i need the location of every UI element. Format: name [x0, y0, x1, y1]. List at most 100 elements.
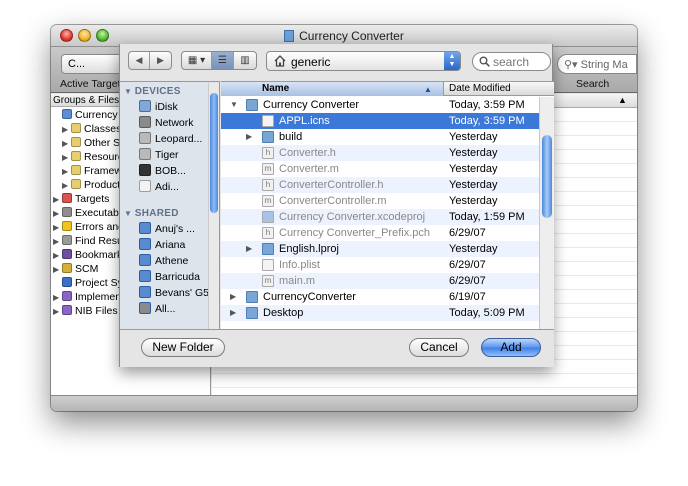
disclosure-triangle-icon[interactable]: ▶ — [62, 151, 71, 165]
sidebar-scrollbar[interactable] — [208, 83, 219, 329]
file-date-modified: Yesterday — [449, 131, 498, 143]
active-target-popup[interactable]: C... — [61, 54, 126, 74]
disclosure-triangle-icon[interactable]: ▶ — [53, 193, 62, 207]
toolbar-search-field[interactable]: ⚲▾ String Ma — [557, 54, 637, 74]
sidebar-device-item[interactable]: Network — [139, 116, 219, 130]
group-icon — [71, 165, 81, 175]
sidebar-shared-item[interactable]: Ariana — [139, 238, 219, 252]
file-row[interactable]: h Currency Converter_Prefix.pch 6/29/07 — [221, 225, 539, 241]
group-item[interactable]: ▶ NIB Files — [51, 304, 118, 318]
disclosure-triangle-icon[interactable]: ▶ — [53, 207, 62, 221]
list-view-button[interactable]: ☰ — [212, 52, 234, 69]
disclosure-triangle-icon[interactable]: ▶ — [246, 241, 252, 257]
sidebar-shared-item[interactable]: Athene — [139, 254, 219, 268]
minimize-button[interactable] — [78, 29, 91, 42]
file-row[interactable]: m Converter.m Yesterday — [221, 161, 539, 177]
add-button[interactable]: Add — [481, 338, 541, 357]
file-row[interactable]: h Converter.h Yesterday — [221, 145, 539, 161]
group-item[interactable]: ▶ Targets — [51, 192, 109, 206]
disclosure-triangle-icon[interactable]: ▶ — [62, 137, 71, 151]
disclosure-triangle-icon[interactable]: ▶ — [53, 305, 62, 319]
location-popup[interactable]: generic ▲ ▼ — [266, 51, 461, 71]
disclosure-triangle-icon[interactable]: ▶ — [62, 165, 71, 179]
active-target-value: C... — [68, 58, 86, 70]
disclosure-triangle-icon[interactable]: ▼ — [124, 209, 135, 218]
file-row[interactable]: Currency Converter.xcodeproj Today, 1:59 … — [221, 209, 539, 225]
disclosure-triangle-icon[interactable]: ▼ — [230, 97, 238, 113]
sidebar-scroll-thumb[interactable] — [210, 93, 218, 213]
file-row[interactable]: Info.plist 6/29/07 — [221, 257, 539, 273]
disclosure-triangle-icon[interactable]: ▶ — [230, 289, 236, 305]
group-item[interactable]: ▶ Bookmarks — [51, 248, 128, 262]
disclosure-triangle-icon[interactable]: ▼ — [124, 87, 135, 96]
detail-row-divider — [212, 387, 637, 388]
disclosure-triangle-icon[interactable]: ▶ — [53, 291, 62, 305]
group-item[interactable]: ▶ Products — [51, 178, 125, 192]
icon-view-button[interactable]: ▦ ▾ — [182, 52, 212, 69]
sidebar-device-item[interactable]: BOB...⏏ — [139, 164, 219, 178]
sidebar-device-item[interactable]: Leopard... — [139, 132, 219, 146]
file-row[interactable]: APPL.icns Today, 3:59 PM — [221, 113, 539, 129]
column-view-button[interactable]: ▥ — [234, 52, 256, 69]
cancel-button[interactable]: Cancel — [409, 338, 469, 357]
sidebar-shared-item[interactable]: Barricuda — [139, 270, 219, 284]
folder-row[interactable]: ▼ Currency Converter Today, 3:59 PM — [221, 97, 539, 113]
drive-icon — [139, 180, 151, 192]
sidebar-item-label: Leopard... — [155, 133, 203, 145]
file-row[interactable]: h ConverterController.h Yesterday — [221, 177, 539, 193]
disclosure-triangle-icon[interactable]: ▶ — [246, 129, 252, 145]
magnifier-icon: ⚲▾ — [564, 59, 581, 71]
sidebar-shared-item[interactable]: Bevans' G5 — [139, 286, 219, 300]
disclosure-triangle-icon[interactable]: ▶ — [230, 305, 236, 321]
disclosure-triangle-icon[interactable]: ▶ — [62, 179, 71, 193]
sidebar-device-item[interactable]: Adi...⏏ — [139, 180, 219, 194]
group-icon — [62, 249, 72, 259]
folder-row[interactable]: ▶ English.lproj Yesterday — [221, 241, 539, 257]
zoom-button[interactable] — [96, 29, 109, 42]
sidebar-device-item[interactable]: iDisk — [139, 100, 219, 114]
group-item-label: Classes — [84, 123, 122, 135]
group-icon — [71, 179, 81, 189]
disclosure-triangle-icon[interactable]: ▶ — [53, 249, 62, 263]
file-name: Info.plist — [279, 259, 320, 271]
drive-icon — [139, 132, 151, 144]
view-mode-control: ▦ ▾ ☰ ▥ — [181, 51, 257, 70]
folder-row[interactable]: ▶ CurrencyConverter 6/19/07 — [221, 289, 539, 305]
file-row[interactable]: m ConverterController.m Yesterday — [221, 193, 539, 209]
list-view-icon: ☰ — [218, 55, 227, 66]
file-name: ConverterController.h — [279, 179, 384, 191]
file-row[interactable]: m main.m 6/29/07 — [221, 273, 539, 289]
folder-icon — [246, 99, 258, 111]
disclosure-triangle-icon[interactable]: ▶ — [53, 235, 62, 249]
drive-icon — [139, 100, 151, 112]
folder-row[interactable]: ▶ build Yesterday — [221, 129, 539, 145]
back-button[interactable]: ◀ — [129, 52, 150, 69]
group-item-label: Targets — [75, 193, 110, 205]
name-column-header[interactable]: Name ▲ — [221, 82, 444, 96]
group-icon — [62, 109, 72, 119]
sheet-search-field[interactable]: search — [472, 52, 551, 71]
file-name: Currency Converter — [263, 99, 359, 111]
folder-icon — [246, 307, 258, 319]
window-title: Currency Converter — [284, 29, 404, 43]
new-folder-button[interactable]: New Folder — [141, 338, 225, 357]
network-computer-icon — [139, 286, 151, 298]
file-list-scrollbar[interactable] — [539, 97, 554, 329]
folder-row[interactable]: ▶ Desktop Today, 5:09 PM — [221, 305, 539, 321]
disclosure-triangle-icon[interactable]: ▶ — [53, 263, 62, 277]
disclosure-triangle-icon[interactable]: ▶ — [62, 123, 71, 137]
group-item[interactable]: ▶ Classes — [51, 122, 121, 136]
file-list-scroll-thumb[interactable] — [542, 135, 552, 218]
sidebar-shared-item[interactable]: Anuj's ... — [139, 222, 219, 236]
file-name: Converter.h — [279, 147, 336, 159]
disclosure-triangle-icon[interactable]: ▶ — [53, 221, 62, 235]
sidebar-shared-item[interactable]: All... — [139, 302, 219, 316]
forward-button[interactable]: ▶ — [150, 52, 171, 69]
group-item[interactable]: ▶ SCM — [51, 262, 98, 276]
date-column-header[interactable]: Date Modified — [449, 82, 511, 95]
group-icon — [62, 263, 72, 273]
close-button[interactable] — [60, 29, 73, 42]
sidebar-device-item[interactable]: Tiger — [139, 148, 219, 162]
group-icon — [62, 305, 72, 315]
file-date-modified: Today, 5:09 PM — [449, 307, 525, 319]
